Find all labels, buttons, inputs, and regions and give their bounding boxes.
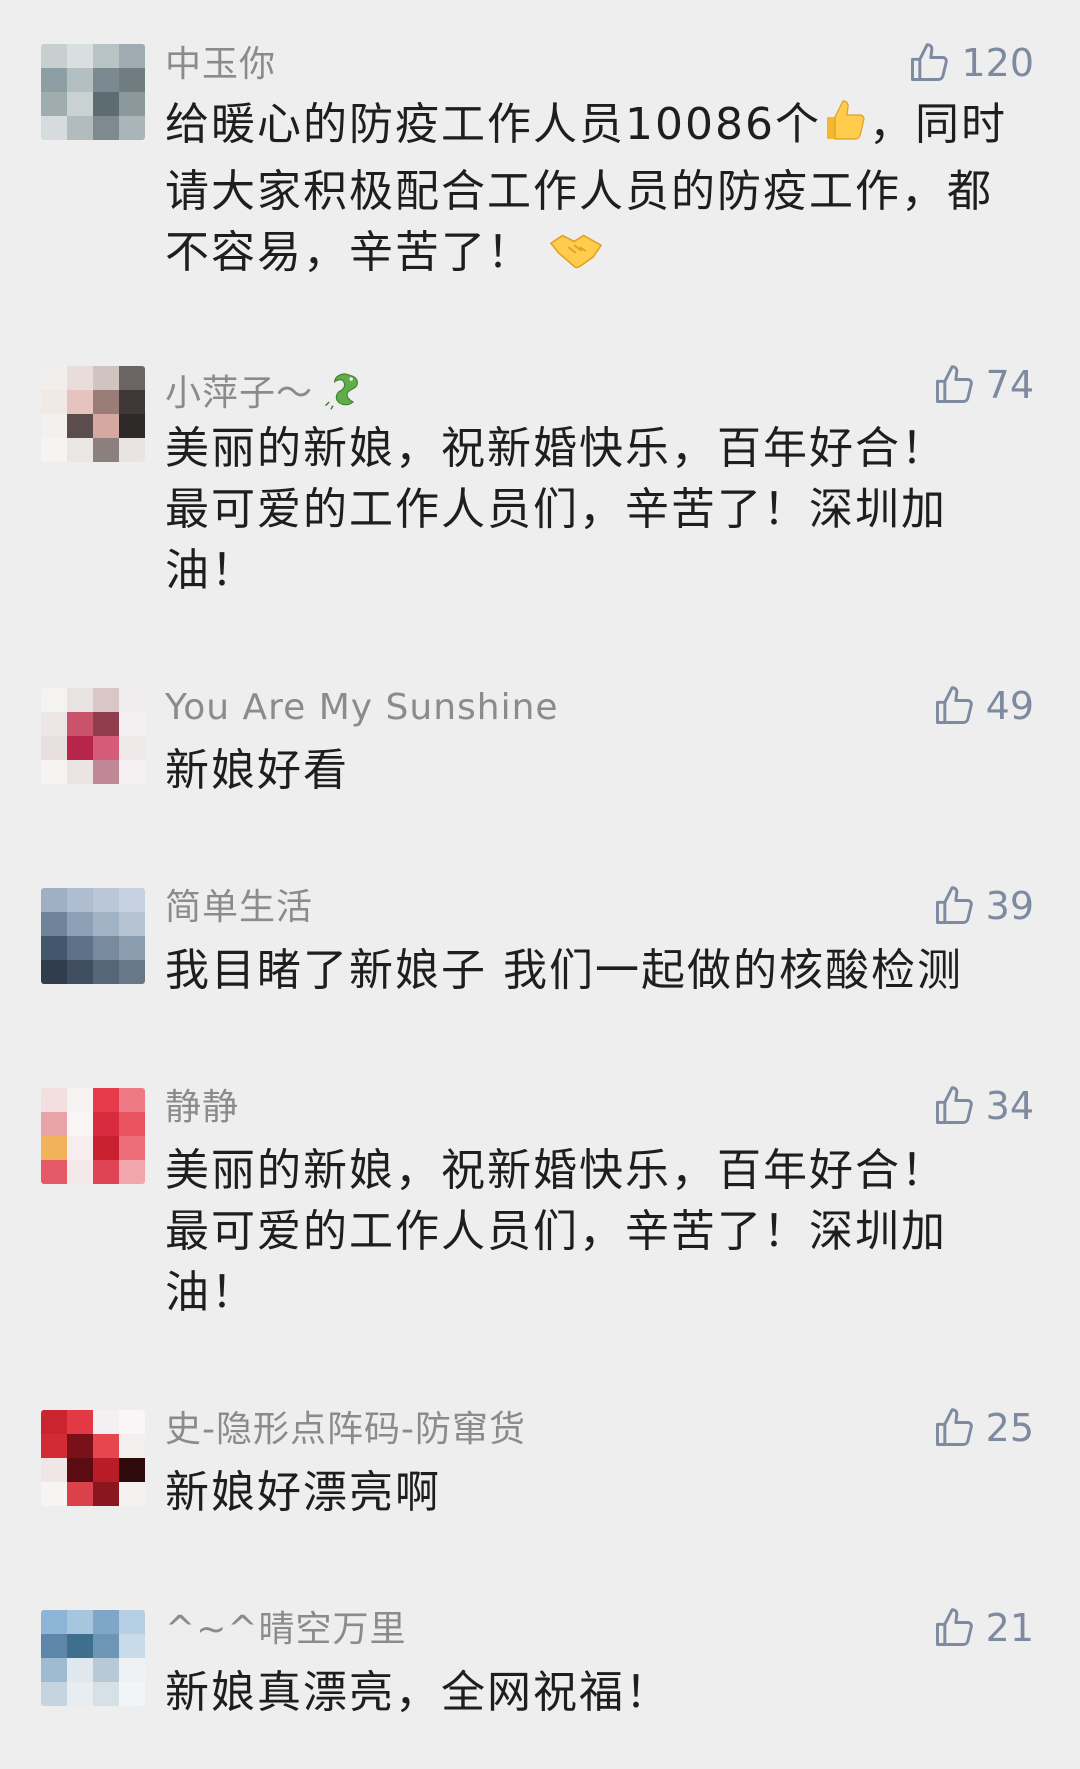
thumbs-up-icon [932, 1406, 976, 1450]
like-count: 25 [985, 1406, 1034, 1450]
like-button[interactable]: 34 [932, 1084, 1034, 1128]
thumbs-up-icon [932, 884, 976, 928]
comment-text: 新娘好漂亮啊 [165, 1467, 441, 1518]
username[interactable]: 静静 [165, 1090, 239, 1126]
like-button[interactable]: 21 [932, 1606, 1034, 1650]
thumbs-up-icon [932, 363, 976, 407]
like-count: 39 [985, 884, 1034, 928]
like-button[interactable]: 25 [932, 1406, 1034, 1450]
like-count: 120 [961, 41, 1034, 85]
like-button[interactable]: 39 [932, 884, 1034, 928]
like-button[interactable]: 49 [932, 684, 1034, 728]
comment-text: 美丽的新娘，祝新婚快乐，百年好合！最可爱的工作人员们，辛苦了！深圳加油！ [165, 1145, 947, 1318]
avatar[interactable] [41, 1410, 145, 1506]
comment-text: 美丽的新娘，祝新婚快乐，百年好合！最可爱的工作人员们，辛苦了！深圳加油！ [165, 423, 947, 596]
dragon-emoji [319, 369, 365, 420]
username[interactable]: 小萍子～ [165, 369, 365, 420]
thumbs-up-icon [932, 1084, 976, 1128]
avatar[interactable] [41, 688, 145, 784]
thumbs-up-icon [932, 1606, 976, 1650]
comment-text: 给暖心的防疫工作人员10086个 ，同时请大家积极配合工作人员的防疫工作，都不容易… [165, 94, 1030, 289]
avatar[interactable] [41, 44, 145, 140]
username[interactable]: 简单生活 [165, 890, 313, 926]
comment-text: 新娘好看 [165, 745, 349, 796]
like-button[interactable]: 120 [907, 41, 1034, 85]
like-count: 34 [985, 1084, 1034, 1128]
comment-text: 新娘真漂亮，全网祝福！ [165, 1667, 671, 1718]
avatar[interactable] [41, 888, 145, 984]
thumbs-up-icon [907, 41, 951, 85]
handshake-emoji [549, 228, 603, 289]
username[interactable]: 史-隐形点阵码-防窜货 [165, 1412, 526, 1448]
thumbs-up-icon [932, 684, 976, 728]
avatar[interactable] [41, 1610, 145, 1706]
comment-text: 我目睹了新娘子 我们一起做的核酸检测 [165, 945, 963, 996]
avatar[interactable] [41, 366, 145, 462]
like-button[interactable]: 74 [932, 363, 1034, 407]
username[interactable]: You Are My Sunshine [165, 690, 559, 726]
like-count: 49 [985, 684, 1034, 728]
username[interactable]: ^~^晴空万里 [165, 1612, 407, 1648]
username[interactable]: 中玉你 [165, 47, 276, 83]
like-count: 21 [985, 1606, 1034, 1650]
like-count: 74 [985, 363, 1034, 407]
thumbs-up-emoji [821, 97, 869, 161]
avatar[interactable] [41, 1088, 145, 1184]
